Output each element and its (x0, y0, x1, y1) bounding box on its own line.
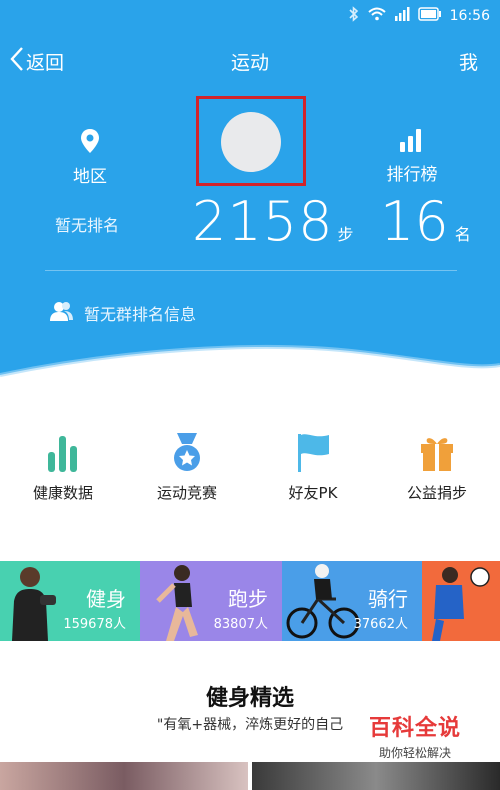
page-title: 运动 (230, 52, 269, 74)
running-athlete-image (156, 565, 198, 641)
tile-fitness[interactable]: 健身 159678人 (0, 561, 140, 641)
featured-photo-strip (0, 762, 500, 790)
rank-position: 16 名 (380, 190, 471, 253)
feature-row: 健康数据 运动竞赛 好友PK 公益捐步 (0, 430, 500, 503)
feature-label: 公益捐步 (406, 484, 467, 502)
feature-health-data[interactable]: 健康数据 (8, 430, 118, 503)
football-player-image (432, 567, 490, 641)
battery-icon (417, 7, 442, 25)
gift-icon (382, 430, 492, 472)
tile-title: 健身 (86, 587, 126, 611)
featured-photo[interactable] (252, 762, 500, 790)
bluetooth-icon (348, 6, 360, 26)
feature-charity-steps[interactable]: 公益捐步 (382, 430, 492, 503)
tile-count: 83807人 (213, 617, 268, 632)
medal-icon (132, 430, 242, 472)
flag-icon (258, 430, 368, 472)
step-count: 2158 步 (192, 190, 353, 253)
feature-friend-pk[interactable]: 好友PK (258, 430, 368, 503)
tile-count: 37662人 (353, 617, 408, 632)
region-label: 地区 (73, 167, 107, 187)
feature-label: 好友PK (288, 484, 338, 502)
featured-photo[interactable] (0, 762, 248, 790)
location-pin-icon (80, 129, 100, 158)
group-users-icon (50, 300, 74, 326)
step-unit: 步 (337, 225, 354, 244)
bar-chart-icon (399, 129, 425, 156)
group-rank-text: 暂无群排名信息 (84, 305, 197, 324)
watermark-logo: 百科全说 助你轻松解决 (355, 710, 475, 761)
signal-icon (394, 7, 410, 25)
step-value: 2158 (192, 190, 334, 253)
region-button[interactable]: 地区 (60, 128, 120, 187)
hero-wave (0, 344, 500, 390)
watermark-main: 百科全说 (368, 716, 461, 741)
rank-list-label: 排行榜 (386, 165, 438, 185)
region-rank-status: 暂无排名 (55, 216, 120, 235)
watermark-sub: 助你轻松解决 (378, 746, 451, 760)
me-button[interactable]: 我 (459, 48, 478, 75)
section-title: 健身精选 (205, 686, 294, 711)
tile-football[interactable] (422, 561, 500, 641)
tile-count: 159678人 (63, 617, 126, 632)
feature-label: 健康数据 (32, 484, 93, 502)
avatar[interactable] (221, 112, 281, 172)
tile-running[interactable]: 跑步 83807人 (140, 561, 282, 641)
status-time: 16:56 (449, 8, 490, 24)
feature-competition[interactable]: 运动竞赛 (132, 430, 242, 503)
feature-label: 运动竞赛 (156, 484, 217, 502)
wifi-icon (367, 7, 386, 25)
nav-bar: 返回 运动 我 (0, 40, 500, 80)
rank-unit: 名 (454, 225, 471, 244)
tile-cycling[interactable]: 骑行 37662人 (282, 561, 422, 641)
sport-category-row: 健身 159678人 跑步 83807人 骑行 37662人 (0, 561, 500, 641)
divider (45, 270, 457, 271)
status-bar: 16:56 (0, 0, 500, 32)
bar-chart-icon (8, 430, 118, 472)
group-rank-row[interactable]: 暂无群排名信息 (50, 300, 196, 326)
tile-title: 跑步 (228, 587, 268, 611)
rank-list-button[interactable]: 排行榜 (380, 128, 444, 185)
cycling-athlete-image (286, 564, 360, 639)
tile-title: 骑行 (368, 587, 408, 611)
rank-value: 16 (380, 190, 449, 253)
